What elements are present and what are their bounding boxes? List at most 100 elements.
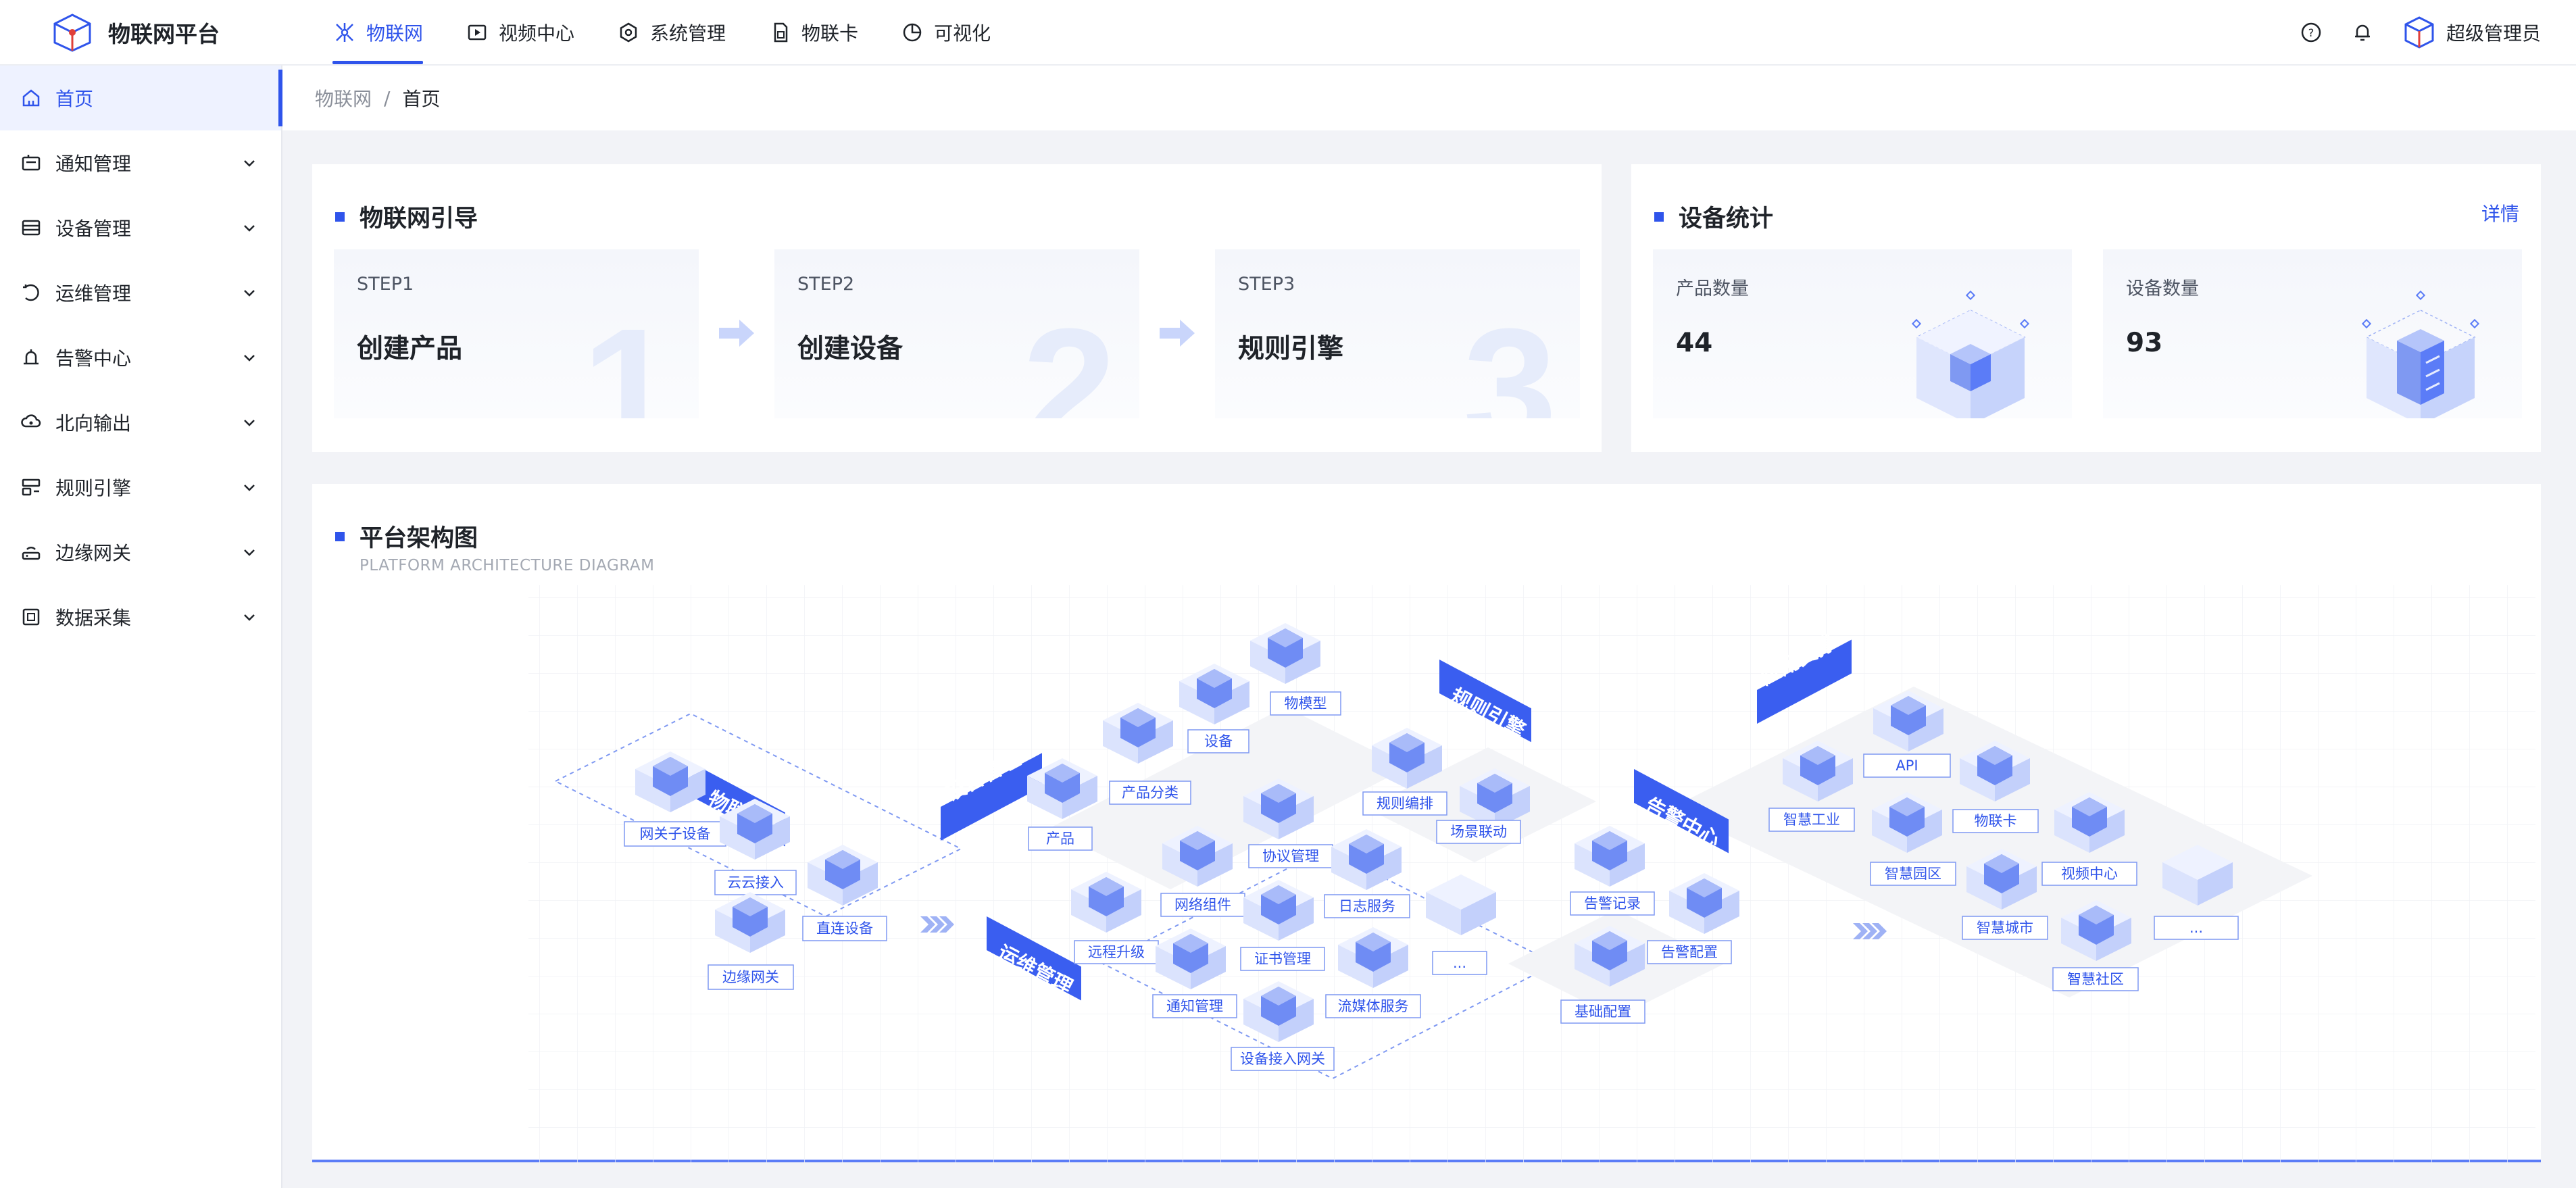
sidebar-item-label: 边缘网关 — [55, 542, 132, 564]
sidebar-item-data-collect[interactable]: 数据采集 — [0, 585, 281, 649]
node-label: ... — [2189, 920, 2203, 936]
sidebar-item-label: 设备管理 — [55, 218, 132, 240]
sidebar-item-notice[interactable]: 通知管理 — [0, 130, 281, 195]
card-title: 设备统计 — [1654, 199, 1773, 234]
node-label: 网关子设备 — [640, 826, 711, 842]
home-icon — [22, 89, 40, 107]
top-bar: 物联网平台 物联网 视频中心 系统管理 物联卡 可视化 ? 超级管理员 — [0, 0, 2576, 66]
stat-value: 44 — [1676, 328, 1713, 358]
server-icon — [2361, 290, 2480, 418]
card-title: 平台架构图 — [335, 519, 478, 553]
node-label: 物联卡 — [1975, 813, 2017, 829]
stat-label: 产品数量 — [1676, 278, 1749, 299]
guide-step-3[interactable]: STEP3 规则引擎 3 — [1215, 249, 1580, 418]
step-label: STEP2 — [797, 274, 855, 295]
user-menu[interactable]: 超级管理员 — [2402, 15, 2541, 50]
node-label: 远程升级 — [1088, 944, 1145, 960]
node-label: 基础配置 — [1575, 1004, 1631, 1020]
sidebar-item-alarm[interactable]: 告警中心 — [0, 325, 281, 390]
node-label: 证书管理 — [1254, 951, 1311, 967]
sidebar-item-label: 运维管理 — [55, 282, 132, 305]
node-label: 规则编排 — [1377, 795, 1433, 812]
device-stats-card: 设备统计 详情 产品数量 44 设备数量 93 — [1631, 164, 2541, 452]
stat-label: 设备数量 — [2126, 278, 2199, 299]
output-icon — [21, 414, 41, 428]
node-label: 智慧城市 — [1977, 920, 2033, 936]
chevron-down-icon — [244, 420, 255, 426]
platform-architecture-card: 物联接入 网关子设备 云云接入 直连设备 边缘网关 设备管理 物模型 设备 — [312, 484, 2541, 1162]
topnav-label: 可视化 — [934, 22, 991, 45]
stat-value: 93 — [2126, 328, 2163, 358]
node-label: API — [1896, 758, 1918, 774]
settings-icon — [620, 22, 637, 42]
guide-step-1[interactable]: STEP1 创建产品 1 — [334, 249, 699, 418]
ops-icon — [23, 284, 39, 301]
node-label: 协议管理 — [1262, 848, 1319, 864]
sidebar-item-home[interactable]: 首页 — [0, 66, 282, 130]
node-label: 设备 — [1204, 733, 1233, 749]
node-label: 智慧社区 — [2067, 971, 2124, 987]
node-label: 直连设备 — [816, 920, 873, 937]
step-name: 创建设备 — [797, 334, 903, 364]
title-marker — [335, 212, 345, 222]
breadcrumb-separator: / — [384, 86, 391, 109]
arrow-right-icon — [719, 320, 754, 347]
sim-card-icon — [774, 22, 788, 42]
topnav-iot[interactable]: 物联网 — [307, 0, 441, 64]
step-name: 创建产品 — [357, 334, 463, 364]
node-label: 视频中心 — [2061, 866, 2118, 882]
help-icon[interactable]: ? — [2299, 20, 2323, 45]
data-collect-icon — [22, 608, 40, 626]
breadcrumb-root[interactable]: 物联网 — [315, 84, 372, 112]
pie-chart-icon — [903, 23, 922, 41]
detail-link[interactable]: 详情 — [2481, 199, 2519, 226]
app-title: 物联网平台 — [108, 20, 220, 47]
chevron-down-icon — [244, 225, 255, 232]
sidebar-item-output[interactable]: 北向输出 — [0, 390, 281, 455]
breadcrumb: 物联网 / 首页 — [282, 66, 2576, 130]
topnav-system[interactable]: 系统管理 — [592, 0, 743, 64]
sidebar-item-device[interactable]: 设备管理 — [0, 195, 281, 260]
guide-step-2[interactable]: STEP2 创建设备 2 — [774, 249, 1139, 418]
sidebar: 首页 通知管理 设备管理 运维管理 告警中心 北向输出 规则引擎 边缘网关 数据… — [0, 66, 282, 1188]
stat-product-count[interactable]: 产品数量 44 — [1653, 249, 2072, 418]
sidebar-item-ops[interactable]: 运维管理 — [0, 260, 281, 325]
sidebar-item-gateway[interactable]: 边缘网关 — [0, 520, 281, 585]
bell-icon[interactable] — [2350, 20, 2375, 45]
card-title: 物联网引导 — [335, 199, 478, 234]
node-label: ... — [1453, 955, 1466, 971]
topnav-simcard[interactable]: 物联卡 — [743, 0, 876, 64]
chevron-down-icon — [244, 355, 255, 362]
svg-text:?: ? — [2308, 26, 2314, 39]
topnav-video[interactable]: 视频中心 — [441, 0, 592, 64]
topnav-label: 系统管理 — [650, 22, 726, 45]
step-number: 1 — [581, 293, 676, 419]
node-label: 云云接入 — [727, 874, 784, 891]
brand[interactable]: 物联网平台 — [0, 0, 282, 64]
node-label: 物模型 — [1285, 695, 1327, 712]
chevron-down-icon — [244, 485, 255, 491]
sidebar-item-rule[interactable]: 规则引擎 — [0, 455, 281, 520]
node-label: 设备接入网关 — [1240, 1051, 1325, 1067]
sidebar-item-label: 首页 — [55, 88, 94, 110]
sidebar-item-label: 北向输出 — [55, 412, 132, 435]
step-name: 规则引擎 — [1238, 334, 1344, 364]
sidebar-item-label: 通知管理 — [55, 153, 132, 175]
gateway-icon — [22, 547, 41, 560]
chevron-down-icon — [244, 160, 255, 167]
step-number: 3 — [1462, 293, 1557, 419]
topnav-visual[interactable]: 可视化 — [876, 0, 1008, 64]
breadcrumb-current: 首页 — [402, 88, 441, 110]
sidebar-item-label: 数据采集 — [55, 607, 132, 629]
alarm-icon — [24, 349, 39, 365]
iot-guide-card: 物联网引导 STEP1 创建产品 1 STEP2 创建设备 2 STEP3 规则… — [312, 164, 1602, 452]
stat-device-count[interactable]: 设备数量 93 — [2103, 249, 2522, 418]
node-label: 网络组件 — [1174, 897, 1231, 913]
stats-title: 设备统计 — [1679, 205, 1774, 232]
node-label: 通知管理 — [1166, 998, 1223, 1014]
topnav-label: 物联卡 — [801, 22, 859, 45]
node-label: 告警配置 — [1661, 944, 1718, 960]
arch-subtitle: PLATFORM ARCHITECTURE DIAGRAM — [360, 557, 655, 574]
step-label: STEP3 — [1238, 274, 1295, 295]
architecture-diagram: 物联接入 网关子设备 云云接入 直连设备 边缘网关 设备管理 物模型 设备 — [528, 585, 2535, 1162]
